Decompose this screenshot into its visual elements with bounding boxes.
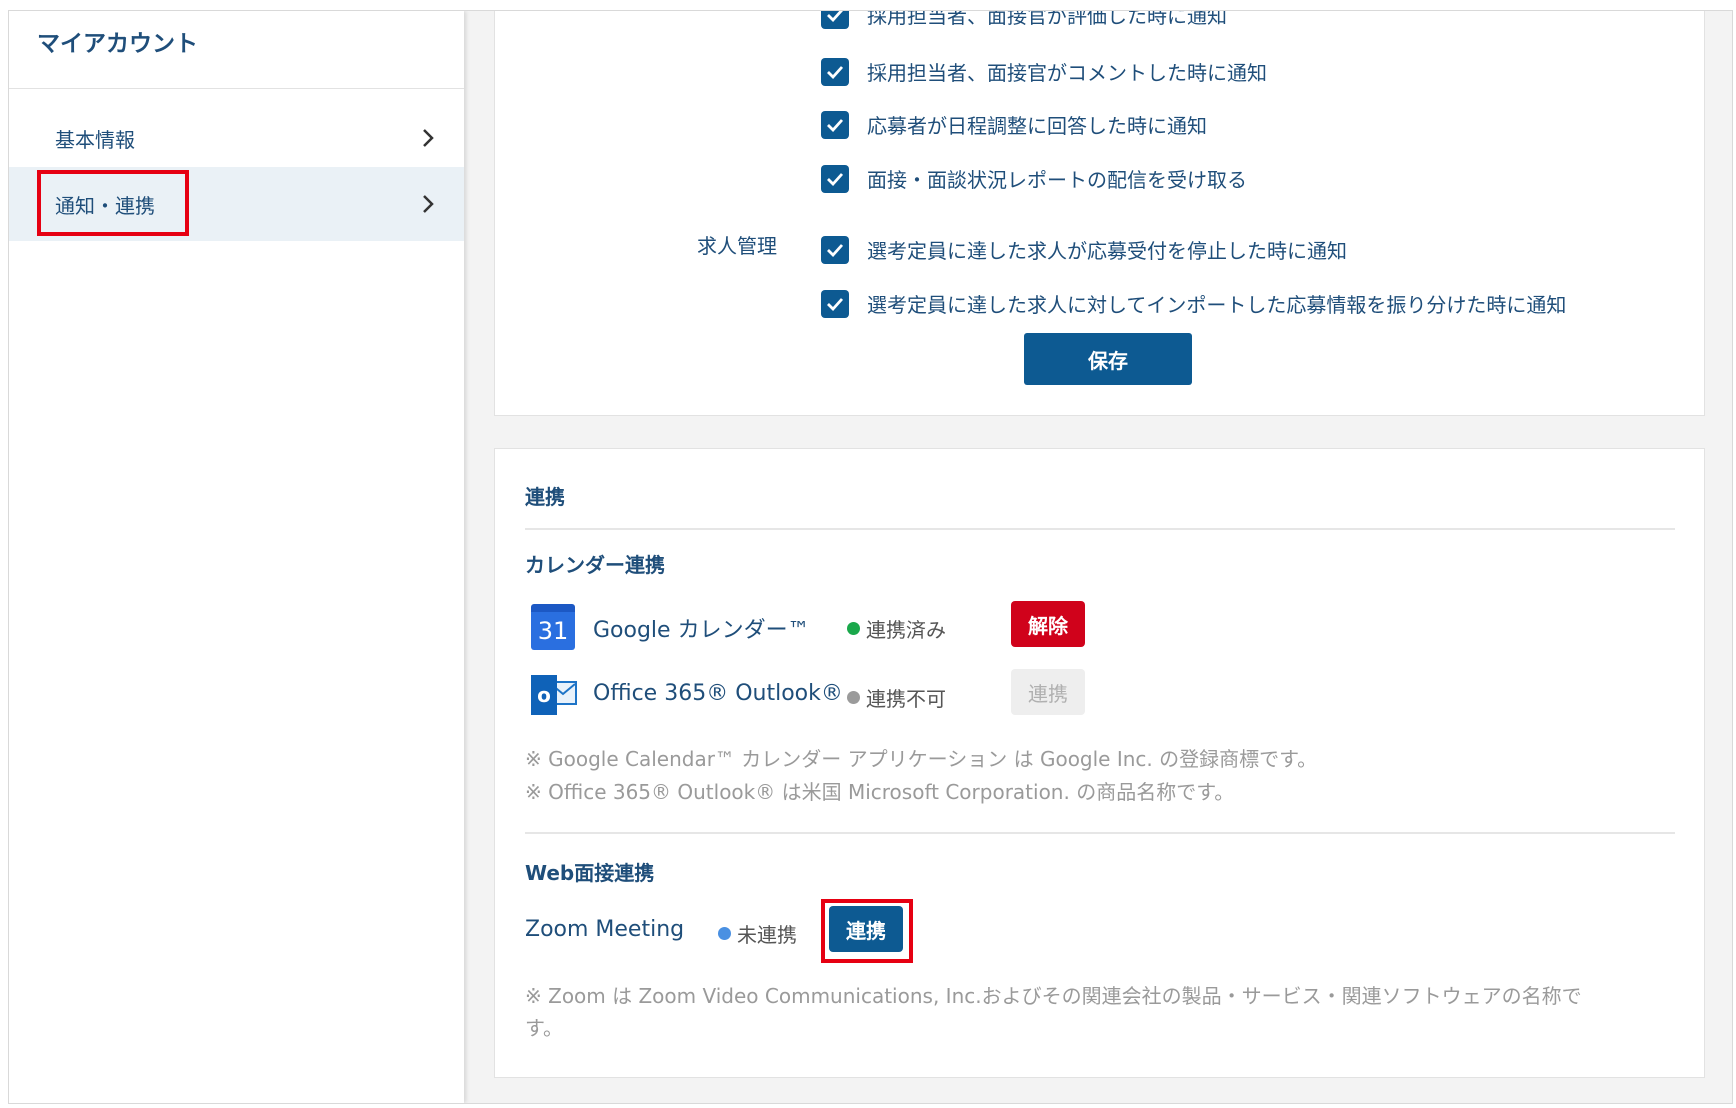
chevron-right-icon [423, 195, 434, 213]
sidebar-item-label: 基本情報 [55, 127, 135, 152]
checkbox-checked[interactable] [821, 110, 849, 139]
highlight-box-sidebar [37, 170, 189, 236]
checkbox-row[interactable]: 選考定員に達した求人が応募受付を停止した時に通知 [821, 235, 1347, 264]
sidebar: マイアカウント 基本情報 通知・連携 [9, 11, 464, 1103]
checkbox-label: 面接・面談状況レポートの配信を受け取る [867, 168, 1247, 192]
google-calendar-status: 連携済み [847, 614, 946, 643]
chevron-right-icon [423, 129, 434, 147]
checkbox-row[interactable]: 採用担当者、面接官がコメントした時に通知 [821, 57, 1267, 86]
office-outlook-name: Office 365® Outlook® [593, 681, 843, 706]
status-dot [847, 622, 860, 635]
integration-card: 連携 カレンダー連携 31 Google カレンダー™ 連携済み 解除 o Of… [494, 448, 1705, 1078]
checkbox-checked[interactable] [821, 235, 849, 264]
status-dot [718, 927, 731, 940]
outlook-icon: o [531, 671, 579, 717]
highlight-box-zoom [821, 899, 913, 963]
app-frame: マイアカウント 基本情報 通知・連携 採用担当者、面接官が評価した時に通知 採用… [8, 10, 1733, 1104]
checkbox-checked[interactable] [821, 11, 849, 29]
checkmark-icon [827, 11, 843, 22]
calendar-note-2: ※ Office 365® Outlook® は米国 Microsoft Cor… [525, 780, 1235, 804]
checkmark-icon [827, 118, 844, 132]
notifications-card: 採用担当者、面接官が評価した時に通知 採用担当者、面接官がコメントした時に通知 … [494, 10, 1705, 416]
status-dot [847, 691, 860, 704]
checkbox-checked[interactable] [821, 289, 849, 318]
integration-title: 連携 [525, 485, 565, 509]
checkmark-icon [827, 65, 844, 79]
divider [525, 528, 1675, 530]
checkbox-label: 採用担当者、面接官がコメントした時に通知 [867, 61, 1267, 85]
google-disconnect-button[interactable]: 解除 [1011, 601, 1085, 647]
zoom-meeting-name: Zoom Meeting [525, 917, 685, 942]
status-text: 連携済み [866, 618, 946, 642]
zoom-status: 未連携 [718, 919, 797, 948]
checkbox-row[interactable]: 採用担当者、面接官が評価した時に通知 [821, 10, 1227, 29]
office-connect-button[interactable]: 連携 [1011, 669, 1085, 715]
checkmark-icon [827, 297, 844, 311]
calendar-note-1: ※ Google Calendar™ カレンダー アプリケーション は Goog… [525, 747, 1318, 771]
google-calendar-icon: 31 [531, 604, 575, 650]
divider [525, 832, 1675, 834]
zoom-note-line-2: す。 [525, 1016, 563, 1040]
sidebar-item-basic-info[interactable]: 基本情報 [9, 101, 464, 175]
checkbox-row[interactable]: 応募者が日程調整に回答した時に通知 [821, 110, 1207, 139]
checkbox-label: 選考定員に達した求人が応募受付を停止した時に通知 [867, 239, 1347, 263]
checkmark-icon [827, 172, 844, 186]
sidebar-title: マイアカウント [9, 11, 464, 89]
job-management-label: 求人管理 [697, 234, 777, 258]
zoom-note-line-1: ※ Zoom は Zoom Video Communications, Inc.… [525, 984, 1582, 1008]
status-text: 未連携 [737, 923, 797, 947]
checkmark-icon [827, 243, 844, 257]
status-text: 連携不可 [866, 687, 946, 711]
google-calendar-name: Google カレンダー™ [593, 618, 810, 643]
checkbox-checked[interactable] [821, 57, 849, 86]
checkbox-label: 採用担当者、面接官が評価した時に通知 [867, 10, 1227, 28]
checkbox-label: 応募者が日程調整に回答した時に通知 [867, 114, 1207, 138]
calendar-section-title: カレンダー連携 [525, 553, 665, 577]
checkbox-checked[interactable] [821, 164, 849, 193]
checkbox-label: 選考定員に達した求人に対してインポートした応募情報を振り分けた時に通知 [867, 293, 1567, 317]
web-interview-section-title: Web面接連携 [525, 861, 655, 885]
checkbox-row[interactable]: 面接・面談状況レポートの配信を受け取る [821, 164, 1247, 193]
save-button[interactable]: 保存 [1024, 333, 1192, 385]
office-outlook-status: 連携不可 [847, 683, 946, 712]
checkbox-row[interactable]: 選考定員に達した求人に対してインポートした応募情報を振り分けた時に通知 [821, 289, 1566, 318]
